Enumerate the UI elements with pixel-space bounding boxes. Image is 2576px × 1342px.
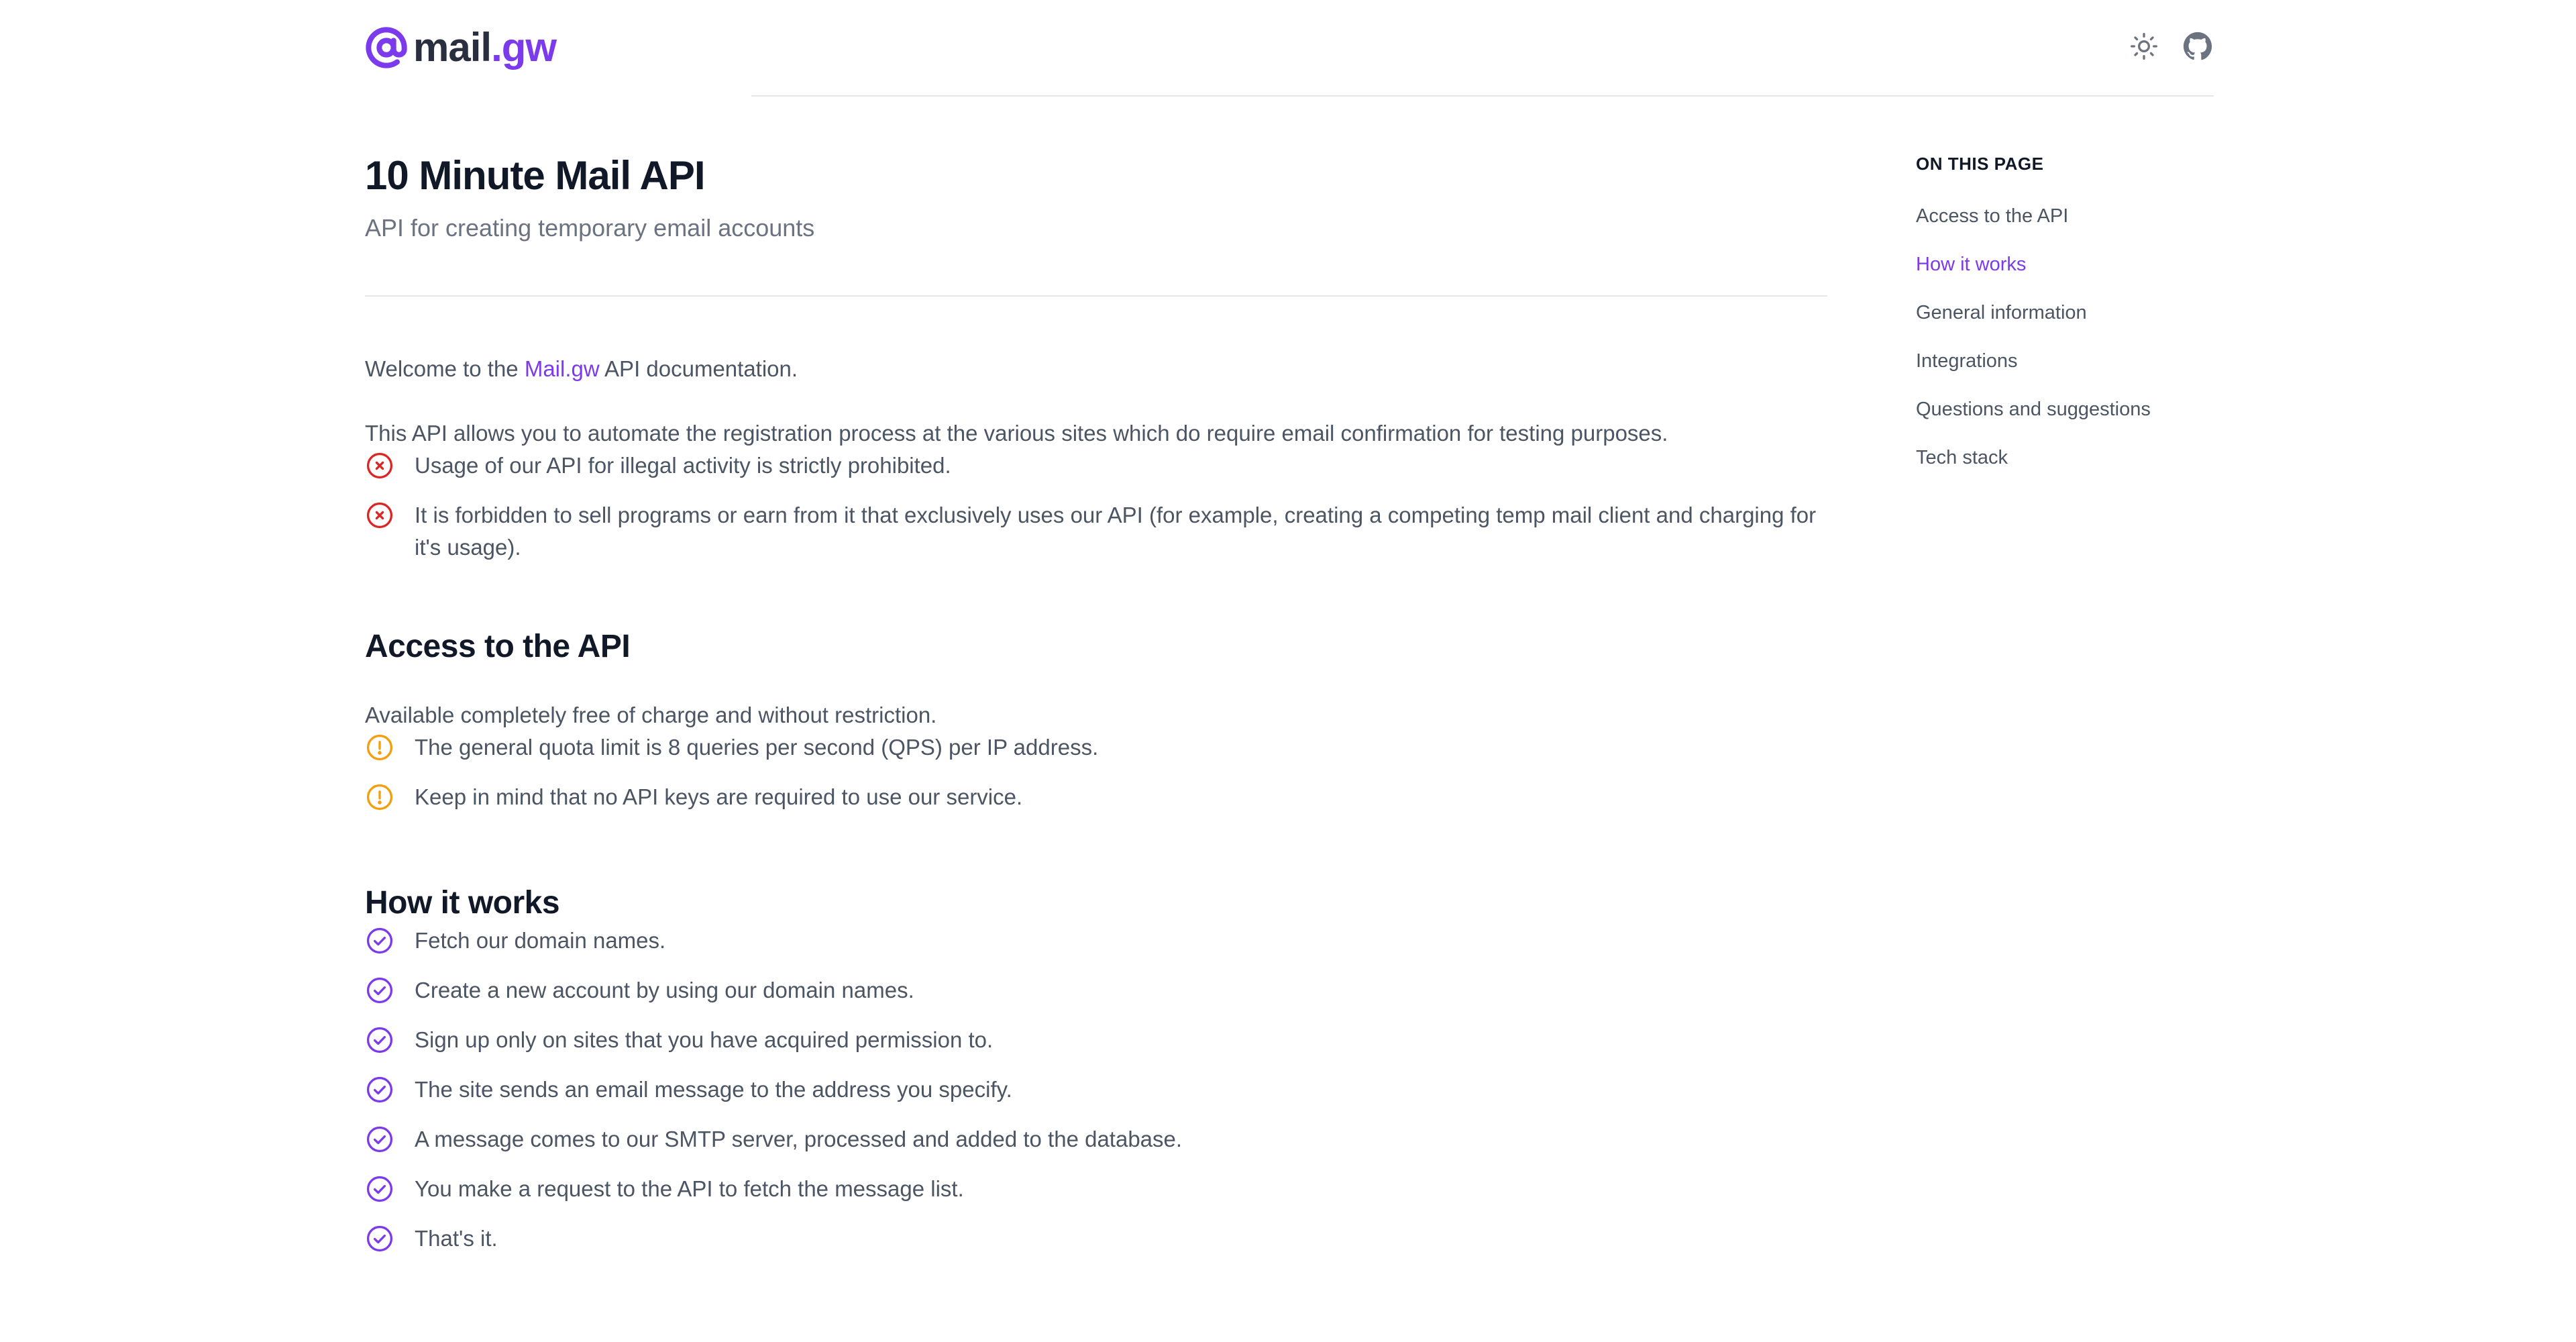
note-text: Keep in mind that no API keys are requir… xyxy=(415,784,1023,809)
mail-gw-link[interactable]: Mail.gw xyxy=(525,356,600,381)
logo-name: mail xyxy=(413,25,492,70)
step-text: The site sends an email message to the a… xyxy=(415,1077,1012,1102)
check-circle-icon xyxy=(365,1025,394,1055)
x-circle-icon xyxy=(365,451,394,480)
on-this-page-nav: ON THIS PAGE Access to the API How it wo… xyxy=(1916,153,2224,471)
access-notes-list: The general quota limit is 8 queries per… xyxy=(365,731,1827,813)
logo-tld: .gw xyxy=(491,25,557,70)
step-text: Fetch our domain names. xyxy=(415,928,666,953)
check-circle-icon xyxy=(365,1174,394,1204)
title-divider xyxy=(365,295,1827,297)
rules-list: Usage of our API for illegal activity is… xyxy=(365,450,1827,564)
list-item: Usage of our API for illegal activity is… xyxy=(365,450,1827,482)
list-item: Fetch our domain names. xyxy=(365,925,1827,957)
toc-list: Access to the API How it works General i… xyxy=(1916,203,2224,471)
page-subtitle: API for creating temporary email account… xyxy=(365,214,815,242)
section-heading-access: Access to the API xyxy=(365,629,631,664)
step-text: A message comes to our SMTP server, proc… xyxy=(415,1127,1183,1151)
alert-circle-icon xyxy=(365,782,394,812)
check-circle-icon xyxy=(365,1075,394,1104)
github-icon xyxy=(2183,32,2212,64)
welcome-paragraph: Welcome to the Mail.gw API documentation… xyxy=(365,353,1827,385)
check-circle-icon xyxy=(365,1125,394,1154)
welcome-prefix: Welcome to the xyxy=(365,356,525,381)
step-text: That's it. xyxy=(415,1226,498,1251)
step-text: Create a new account by using our domain… xyxy=(415,978,914,1002)
check-circle-icon xyxy=(365,976,394,1005)
logo-link[interactable]: mail.gw xyxy=(365,24,557,71)
list-item: That's it. xyxy=(365,1223,1827,1255)
toc-item-access-to-the-api[interactable]: Access to the API xyxy=(1916,203,2224,229)
rule-text: It is forbidden to sell programs or earn… xyxy=(415,503,1817,560)
check-circle-icon xyxy=(365,926,394,956)
toc-heading: ON THIS PAGE xyxy=(1916,154,2044,174)
list-item: Create a new account by using our domain… xyxy=(365,974,1827,1007)
rule-text: Usage of our API for illegal activity is… xyxy=(415,453,951,478)
toc-item-tech-stack[interactable]: Tech stack xyxy=(1916,444,2224,471)
header-divider xyxy=(751,95,2214,97)
at-sign-logo-icon xyxy=(365,26,408,69)
intro-paragraph: This API allows you to automate the regi… xyxy=(365,421,1668,446)
list-item: The general quota limit is 8 queries per… xyxy=(365,731,1827,764)
toc-item-general-information[interactable]: General information xyxy=(1916,299,2224,326)
list-item: Sign up only on sites that you have acqu… xyxy=(365,1024,1827,1056)
github-link[interactable] xyxy=(2182,32,2214,64)
step-text: You make a request to the API to fetch t… xyxy=(415,1176,964,1201)
check-circle-icon xyxy=(365,1224,394,1253)
sun-icon xyxy=(2129,32,2159,64)
alert-circle-icon xyxy=(365,733,394,762)
list-item: It is forbidden to sell programs or earn… xyxy=(365,499,1827,564)
toc-item-integrations[interactable]: Integrations xyxy=(1916,348,2224,374)
list-item: A message comes to our SMTP server, proc… xyxy=(365,1123,1827,1155)
theme-toggle-button[interactable] xyxy=(2128,32,2160,64)
list-item: You make a request to the API to fetch t… xyxy=(365,1173,1827,1205)
note-text: The general quota limit is 8 queries per… xyxy=(415,735,1099,760)
steps-list: Fetch our domain names. Create a new acc… xyxy=(365,925,1827,1255)
page-title: 10 Minute Mail API xyxy=(365,153,706,198)
step-text: Sign up only on sites that you have acqu… xyxy=(415,1027,994,1052)
toc-item-questions-and-suggestions[interactable]: Questions and suggestions xyxy=(1916,396,2224,423)
docs-page: mail.gw 10 Minute Mail API API for creat… xyxy=(0,0,2576,1342)
section-heading-how-it-works: How it works xyxy=(365,885,560,921)
list-item: The site sends an email message to the a… xyxy=(365,1074,1827,1106)
header-actions xyxy=(2128,32,2214,64)
toc-item-how-it-works[interactable]: How it works xyxy=(1916,251,2224,278)
logo-wordmark: mail.gw xyxy=(413,24,557,71)
main-content: 10 Minute Mail API API for creating temp… xyxy=(365,142,1827,1255)
access-paragraph: Available completely free of charge and … xyxy=(365,703,937,727)
welcome-suffix: API documentation. xyxy=(599,356,798,381)
list-item: Keep in mind that no API keys are requir… xyxy=(365,781,1827,813)
x-circle-icon xyxy=(365,501,394,530)
